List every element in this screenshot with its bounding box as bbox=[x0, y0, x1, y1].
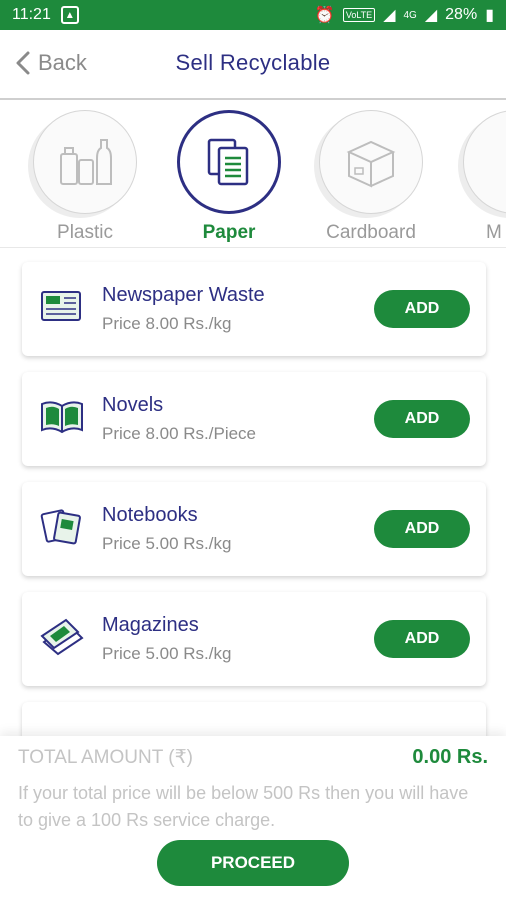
add-button[interactable]: ADD bbox=[374, 290, 470, 328]
add-button[interactable]: ADD bbox=[374, 400, 470, 438]
list-item-partial bbox=[22, 702, 486, 740]
app-header: Back Sell Recyclable bbox=[0, 30, 506, 100]
proceed-button[interactable]: PROCEED bbox=[157, 840, 349, 886]
tab-paper[interactable]: Paper bbox=[174, 110, 284, 244]
tab-metal-partial[interactable]: M bbox=[460, 110, 506, 244]
paper-circle bbox=[177, 110, 281, 214]
data-indicator: 4G bbox=[403, 9, 417, 21]
item-price: Price 8.00 Rs./kg bbox=[102, 314, 232, 333]
item-price: Price 5.00 Rs./kg bbox=[102, 534, 232, 553]
item-list[interactable]: Newspaper Waste Price 8.00 Rs./kg ADD No… bbox=[0, 250, 506, 740]
cardboard-box-icon bbox=[346, 140, 396, 188]
list-item: Newspaper Waste Price 8.00 Rs./kg ADD bbox=[22, 262, 486, 356]
item-price: Price 5.00 Rs./kg bbox=[102, 644, 232, 663]
open-book-icon bbox=[41, 401, 83, 434]
service-charge-note: If your total price will be below 500 Rs… bbox=[18, 783, 469, 830]
notebooks-icon bbox=[40, 509, 81, 545]
category-tabs: Plastic Paper Cardboard M bbox=[0, 102, 506, 248]
add-button[interactable]: ADD bbox=[374, 510, 470, 548]
paper-document-icon bbox=[207, 138, 249, 186]
status-time: 11:21 bbox=[12, 6, 51, 23]
newspaper-icon bbox=[41, 291, 81, 321]
plastic-bottles-icon bbox=[60, 139, 112, 185]
app-notification-icon: ▲ bbox=[60, 6, 79, 24]
total-amount-label: TOTAL AMOUNT (₹) bbox=[18, 747, 194, 768]
alarm-icon: ⏰ bbox=[314, 7, 335, 24]
checkout-footer: TOTAL AMOUNT (₹) 0.00 Rs. If your total … bbox=[0, 736, 506, 900]
battery-level: 28% bbox=[445, 6, 478, 23]
tab-cardboard-label: Cardboard bbox=[326, 222, 416, 243]
item-name: Novels bbox=[102, 394, 164, 416]
volte-badge: VoLTE bbox=[342, 8, 376, 22]
item-name: Newspaper Waste bbox=[102, 284, 265, 306]
item-name: Magazines bbox=[102, 614, 199, 636]
add-button[interactable]: ADD bbox=[374, 620, 470, 658]
tab-plastic[interactable]: Plastic bbox=[30, 110, 140, 244]
battery-icon: ▮ bbox=[485, 7, 494, 24]
list-item: Novels Price 8.00 Rs./Piece ADD bbox=[22, 372, 486, 466]
tab-paper-label: Paper bbox=[202, 222, 256, 243]
tab-partial-label: M bbox=[486, 222, 502, 243]
page-title: Sell Recyclable bbox=[175, 50, 331, 75]
tab-cardboard[interactable]: Cardboard bbox=[316, 110, 426, 244]
plastic-circle bbox=[33, 110, 137, 214]
signal-icon-2: ◢ bbox=[424, 7, 438, 24]
item-price: Price 8.00 Rs./Piece bbox=[102, 424, 257, 443]
magazines-icon bbox=[40, 618, 84, 656]
list-item: Notebooks Price 5.00 Rs./kg ADD bbox=[22, 482, 486, 576]
list-item: Magazines Price 5.00 Rs./kg ADD bbox=[22, 592, 486, 686]
cardboard-circle bbox=[319, 110, 423, 214]
status-bar: 11:21 ▲ ⏰ VoLTE ◢ 4G ◢ 28% ▮ bbox=[0, 0, 506, 30]
item-name: Notebooks bbox=[102, 504, 198, 526]
signal-icon: ◢ bbox=[383, 7, 396, 24]
tab-plastic-label: Plastic bbox=[57, 222, 113, 243]
total-amount-value: 0.00 Rs. bbox=[412, 746, 488, 768]
partial-circle bbox=[463, 110, 506, 214]
